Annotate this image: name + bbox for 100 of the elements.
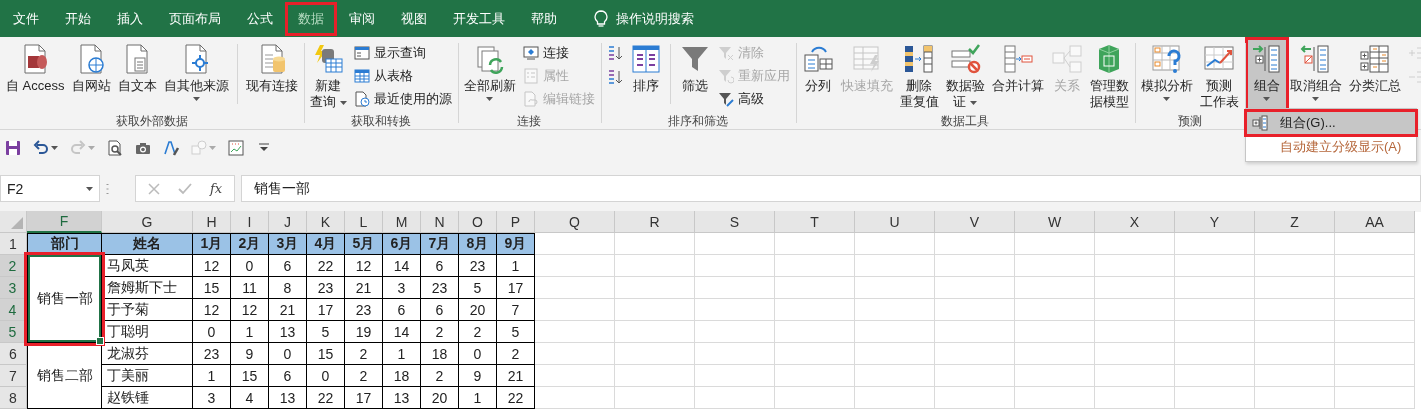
check-icon[interactable] <box>178 182 192 195</box>
column-header[interactable]: R <box>615 211 695 233</box>
column-header[interactable]: X <box>1095 211 1175 233</box>
formula-input[interactable]: 销售一部 <box>241 175 1421 202</box>
caret-icon <box>486 97 493 101</box>
ribbon-tab[interactable]: 插入 <box>104 2 156 35</box>
ribbon-button[interactable]: 自 Access <box>3 40 68 108</box>
column-header[interactable]: O <box>459 211 497 233</box>
table-cell: 丁聪明 <box>102 321 193 343</box>
fill-handle[interactable] <box>96 337 104 345</box>
ribbon-button[interactable]: 高级 <box>714 88 793 109</box>
table-cell: 2 <box>345 343 383 365</box>
ribbon-button[interactable]: 排序 <box>626 40 665 108</box>
ribbon-button[interactable]: 从表格 <box>350 65 455 86</box>
ribbon-button[interactable]: 筛选 <box>675 40 714 108</box>
ribbon-button[interactable]: 现有连接 <box>242 40 301 108</box>
ribbon-button[interactable]: 数据验 证 <box>942 40 988 112</box>
ribbon-tab[interactable]: 公式 <box>234 2 286 35</box>
column-header[interactable]: Q <box>535 211 615 233</box>
header-cell: 4月 <box>307 233 345 255</box>
caret-icon <box>86 186 93 191</box>
header-cell: 部门 <box>27 233 102 255</box>
table-cell: 1 <box>497 255 535 277</box>
ribbon-button[interactable]: 删除 重复值 <box>896 40 942 112</box>
ribbon-button[interactable]: 连接 <box>519 42 598 63</box>
column-header[interactable]: Z <box>1255 211 1335 233</box>
column-header[interactable]: L <box>345 211 383 233</box>
table-cell: 6 <box>383 299 421 321</box>
chart-icon <box>228 139 244 156</box>
column-header[interactable]: N <box>421 211 459 233</box>
column-header[interactable]: H <box>193 211 231 233</box>
column-header[interactable]: U <box>855 211 935 233</box>
connection-icon <box>522 44 539 61</box>
table-cell: 9 <box>459 365 497 387</box>
ribbon-tab[interactable]: 数据 <box>286 2 336 35</box>
ribbon-button[interactable]: 自文本 <box>114 40 160 108</box>
ribbon-tab[interactable]: 页面布局 <box>156 2 234 35</box>
tell-me-button[interactable]: 操作说明搜索 <box>582 9 706 28</box>
menu-item[interactable]: 组合(G)... <box>1246 111 1416 135</box>
ribbon-button[interactable]: 自网站 <box>68 40 114 108</box>
row-header[interactable]: 1 <box>0 233 27 255</box>
column-header[interactable]: AA <box>1335 211 1415 233</box>
caret-icon <box>1312 97 1319 101</box>
column-header[interactable]: V <box>935 211 1015 233</box>
name-box[interactable]: F2 <box>0 175 100 202</box>
ribbon-button[interactable]: 分类汇总 <box>1345 40 1404 108</box>
ribbon-tab[interactable]: 审阅 <box>336 2 388 35</box>
ribbon-button[interactable]: 合并计算 <box>988 40 1047 108</box>
ribbon-button[interactable]: 管理数 据模型 <box>1086 40 1132 112</box>
column-header[interactable]: W <box>1015 211 1095 233</box>
ribbon-tab[interactable]: 帮助 <box>518 2 570 35</box>
caret-icon <box>1163 97 1170 101</box>
column-header[interactable]: F <box>27 211 102 233</box>
group-icon <box>1252 115 1268 131</box>
column-header[interactable]: G <box>102 211 193 233</box>
table-cell: 20 <box>421 387 459 409</box>
ribbon-button[interactable]: 取消组合 <box>1286 40 1345 108</box>
table-cell: 22 <box>497 387 535 409</box>
ribbon-tab[interactable]: 开发工具 <box>440 2 518 35</box>
column-header[interactable]: K <box>307 211 345 233</box>
column-header[interactable]: Y <box>1175 211 1255 233</box>
table-cell: 21 <box>345 277 383 299</box>
column-header[interactable]: J <box>269 211 307 233</box>
ribbon-button[interactable]: 预测 工作表 <box>1196 40 1242 112</box>
table-cell: 1 <box>459 387 497 409</box>
column-header[interactable]: M <box>383 211 421 233</box>
row-header[interactable]: 7 <box>0 365 27 387</box>
ribbon-button[interactable]: 显示查询 <box>350 42 455 63</box>
header-cell: 1月 <box>193 233 231 255</box>
ribbon-tab[interactable]: 开始 <box>52 2 104 35</box>
ribbon-button[interactable]: 新建 查询 <box>306 40 350 112</box>
ribbon-button[interactable]: 全部刷新 <box>460 40 519 108</box>
group-icon <box>1250 43 1283 75</box>
sort-descending-icon[interactable] <box>606 69 623 85</box>
reapply-filter-icon <box>717 67 734 84</box>
caret-icon <box>51 145 58 150</box>
ribbon-button[interactable]: 自其他来源 <box>160 40 232 108</box>
ribbon-tab[interactable]: 视图 <box>388 2 440 35</box>
menu-item[interactable]: 自动建立分级显示(A) <box>1246 135 1416 159</box>
sort-ascending-icon[interactable] <box>606 45 623 61</box>
column-header[interactable]: I <box>231 211 269 233</box>
table-cell: 13 <box>269 321 307 343</box>
table-cell: 6 <box>421 299 459 321</box>
ribbon-button[interactable]: 分列 <box>798 40 837 108</box>
insert-function-button[interactable]: fx <box>210 181 223 196</box>
row-header[interactable]: 6 <box>0 343 27 365</box>
table-cell: 12 <box>193 299 231 321</box>
column-header[interactable]: S <box>695 211 775 233</box>
caret-icon <box>192 97 200 101</box>
ribbon-tab[interactable]: 文件 <box>0 2 52 35</box>
column-header[interactable]: P <box>497 211 535 233</box>
what-if-icon <box>1150 43 1183 75</box>
ribbon-button[interactable]: 组合 <box>1247 40 1286 108</box>
ribbon-button[interactable]: 模拟分析 <box>1137 40 1196 108</box>
table-cell: 马凤英 <box>102 255 193 277</box>
ribbon-button[interactable]: 最近使用的源 <box>350 88 455 109</box>
table-cell: 3 <box>193 387 231 409</box>
table-cell: 6 <box>269 365 307 387</box>
row-header[interactable]: 8 <box>0 387 27 409</box>
column-header[interactable]: T <box>775 211 855 233</box>
